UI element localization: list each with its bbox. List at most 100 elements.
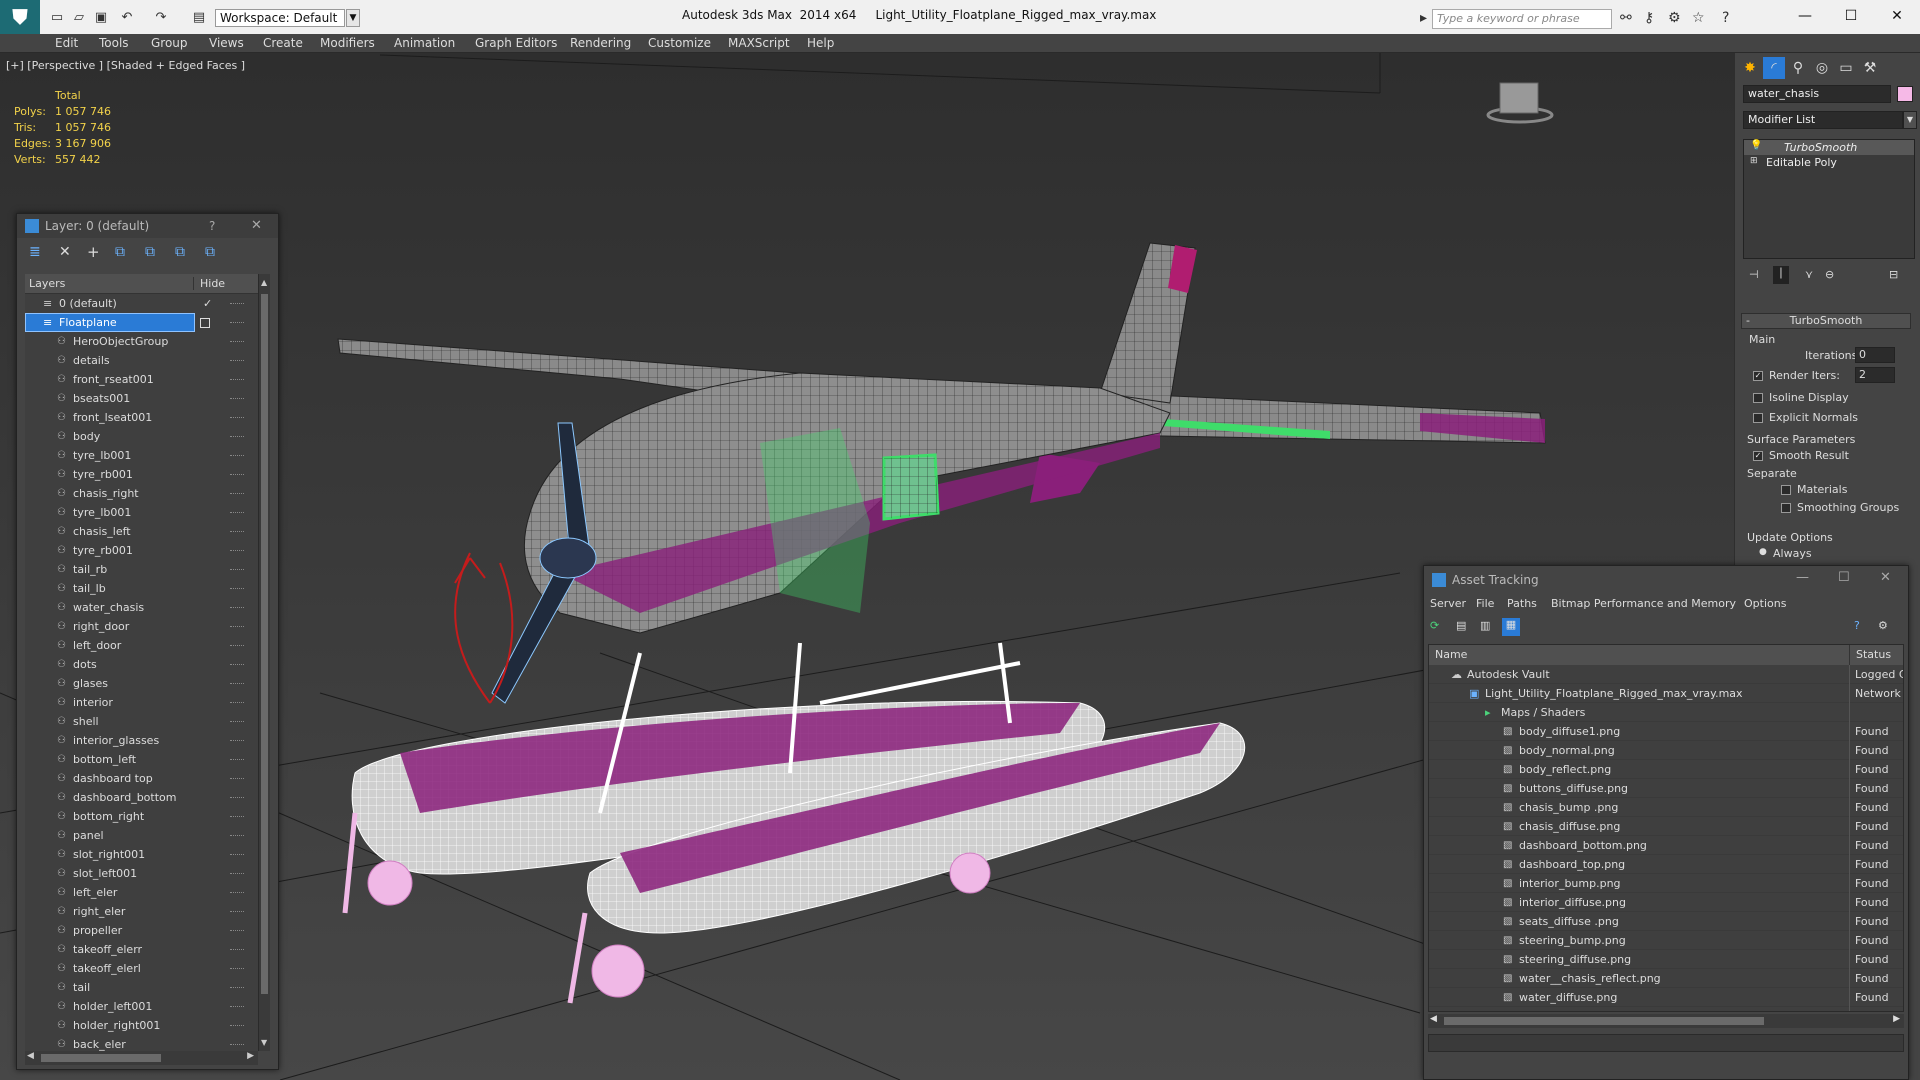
scroll-up-icon[interactable]: ▲	[261, 278, 267, 287]
asset-map-row[interactable]: ▧ chasis_bump .png Found	[1429, 798, 1903, 817]
workspace-arrow-icon[interactable]: ▼	[346, 9, 360, 27]
layer-object-row[interactable]: ⚇ propeller	[25, 921, 258, 940]
asset-map-row[interactable]: ▧ interior_bump.png Found	[1429, 874, 1903, 893]
layer-object-row[interactable]: ⚇ back_eler	[25, 1035, 258, 1051]
expand-icon[interactable]: ⊞	[1750, 156, 1758, 166]
layer-object-row[interactable]: ⚇ interior	[25, 693, 258, 712]
hide-column-header[interactable]: Hide	[193, 277, 225, 290]
menu-paths[interactable]: Paths	[1507, 597, 1537, 610]
hide-toggle[interactable]	[230, 759, 244, 760]
layer-object-row[interactable]: ⚇ tyre_lb001	[25, 503, 258, 522]
hide-toggle[interactable]	[230, 721, 244, 722]
create-tab-icon[interactable]: ✸	[1739, 57, 1761, 79]
list-view-icon[interactable]: ▤	[1456, 619, 1466, 632]
modifier-list-dropdown[interactable]: Modifier List	[1743, 111, 1903, 129]
thumbnail-view-icon[interactable]: ▥	[1480, 619, 1490, 632]
motion-tab-icon[interactable]: ◎	[1811, 57, 1833, 79]
star-icon[interactable]: ☆	[1692, 10, 1705, 26]
hide-toggle[interactable]	[230, 892, 244, 893]
hide-toggle[interactable]	[230, 550, 244, 551]
asset-map-row[interactable]: ▧ seats_diffuse .png Found	[1429, 912, 1903, 931]
layer-object-row[interactable]: ⚇ holder_right001	[25, 1016, 258, 1035]
asset-map-row[interactable]: ▧ body_diffuse1.png Found	[1429, 722, 1903, 741]
hide-toggle[interactable]	[230, 588, 244, 589]
layer-default-row[interactable]: ≡ 0 (default) ✓	[25, 294, 258, 313]
delete-layer-icon[interactable]: ✕	[59, 244, 71, 260]
hide-toggle[interactable]	[230, 379, 244, 380]
hide-toggle[interactable]	[230, 436, 244, 437]
materials-checkbox[interactable]	[1781, 485, 1791, 495]
layer-panel-title[interactable]: Layer: 0 (default)	[17, 214, 278, 238]
scroll-right-icon[interactable]: ▶	[1893, 1014, 1900, 1024]
menu-file[interactable]: File	[1476, 597, 1494, 610]
name-column-header[interactable]: Name	[1435, 648, 1467, 661]
hide-toggle[interactable]	[230, 1006, 244, 1007]
scroll-left-icon[interactable]: ◀	[27, 1051, 34, 1061]
object-color-swatch[interactable]	[1897, 86, 1913, 102]
hide-toggle[interactable]	[230, 512, 244, 513]
layer-object-row[interactable]: ⚇ chasis_left	[25, 522, 258, 541]
freeze-all-icon[interactable]: ⧉	[205, 244, 215, 260]
settings-icon[interactable]: ⚙	[1878, 619, 1888, 632]
layer-object-row[interactable]: ⚇ front_lseat001	[25, 408, 258, 427]
smoothing-groups-checkbox[interactable]	[1781, 503, 1791, 513]
layer-object-row[interactable]: ⚇ tail_rb	[25, 560, 258, 579]
table-view-icon[interactable]: ▦	[1502, 618, 1520, 636]
render-iters-spinner[interactable]: 2	[1855, 367, 1895, 383]
layer-object-row[interactable]: ⚇ dashboard top	[25, 769, 258, 788]
hide-toggle[interactable]	[230, 493, 244, 494]
menu-options[interactable]: Options	[1744, 597, 1786, 610]
asset-map-row[interactable]: ▧ buttons_diffuse.png Found	[1429, 779, 1903, 798]
asset-map-row[interactable]: ▧ water_diffuse.png Found	[1429, 988, 1903, 1007]
bulb-icon[interactable]: 💡	[1750, 140, 1762, 151]
explicit-normals-checkbox[interactable]	[1753, 413, 1763, 423]
open-file-icon[interactable]: ▱	[70, 10, 88, 26]
maximize-icon[interactable]: ☐	[1838, 570, 1850, 585]
new-layer-icon[interactable]: ≣	[29, 244, 41, 260]
maximize-button[interactable]: ☐	[1828, 4, 1874, 28]
hide-toggle[interactable]	[230, 645, 244, 646]
layer-object-row[interactable]: ⚇ tail_lb	[25, 579, 258, 598]
close-icon[interactable]: ✕	[1880, 570, 1891, 585]
menu-help[interactable]: Help	[807, 36, 834, 50]
undo-icon[interactable]: ↶	[118, 10, 136, 26]
hide-toggle[interactable]	[230, 1044, 244, 1045]
smooth-result-checkbox[interactable]: ✓	[1753, 451, 1763, 461]
layer-object-row[interactable]: ⚇ body	[25, 427, 258, 446]
close-icon[interactable]: ✕	[251, 218, 262, 233]
help-icon[interactable]: ?	[1722, 10, 1729, 26]
object-name-field[interactable]: water_chasis	[1743, 85, 1891, 103]
binoculars-icon[interactable]: ⚯	[1620, 10, 1632, 26]
remove-modifier-icon[interactable]: ⊖	[1825, 268, 1834, 281]
hide-toggle[interactable]	[230, 417, 244, 418]
scroll-right-icon[interactable]: ▶	[247, 1051, 254, 1061]
hierarchy-tab-icon[interactable]: ⚲	[1787, 57, 1809, 79]
layer-object-row[interactable]: ⚇ interior_glasses	[25, 731, 258, 750]
menu-rendering[interactable]: Rendering	[570, 36, 631, 50]
project-folder-icon[interactable]: ▤	[190, 10, 208, 26]
asset-map-row[interactable]: ▧ water__chasis_reflect.png Found	[1429, 969, 1903, 988]
menu-group[interactable]: Group	[151, 36, 188, 50]
utilities-tab-icon[interactable]: ⚒	[1859, 57, 1881, 79]
help-icon[interactable]: ?	[1854, 619, 1860, 632]
layer-object-row[interactable]: ⚇ dashboard_bottom	[25, 788, 258, 807]
refresh-icon[interactable]: ⟳	[1430, 619, 1439, 632]
always-radio[interactable]: ●	[1759, 547, 1767, 557]
scroll-down-icon[interactable]: ▼	[261, 1038, 267, 1047]
hide-toggle[interactable]	[230, 930, 244, 931]
layer-object-row[interactable]: ⚇ chasis_right	[25, 484, 258, 503]
asset-map-row[interactable]: ▧ steering_diffuse.png Found	[1429, 950, 1903, 969]
layer-object-row[interactable]: ⚇ takeoff_elerr	[25, 940, 258, 959]
stack-item-turbosmooth[interactable]: 💡 TurboSmooth	[1744, 140, 1914, 155]
checkmark-icon[interactable]: ✓	[203, 294, 212, 313]
scroll-left-icon[interactable]: ◀	[1430, 1014, 1437, 1024]
hide-toggle[interactable]	[230, 702, 244, 703]
layer-object-row[interactable]: ⚇ front_rseat001	[25, 370, 258, 389]
asset-map-row[interactable]: ▧ body_normal.png Found	[1429, 741, 1903, 760]
hide-toggle[interactable]	[230, 322, 244, 323]
asset-map-row[interactable]: ▧ dashboard_bottom.png Found	[1429, 836, 1903, 855]
network-icon[interactable]: ⚙	[1668, 10, 1681, 26]
viewport-label[interactable]: [+] [Perspective ] [Shaded + Edged Faces…	[6, 59, 245, 72]
stack-item-editable-poly[interactable]: ⊞ Editable Poly	[1744, 155, 1914, 170]
make-unique-icon[interactable]: ⋎	[1805, 268, 1813, 281]
